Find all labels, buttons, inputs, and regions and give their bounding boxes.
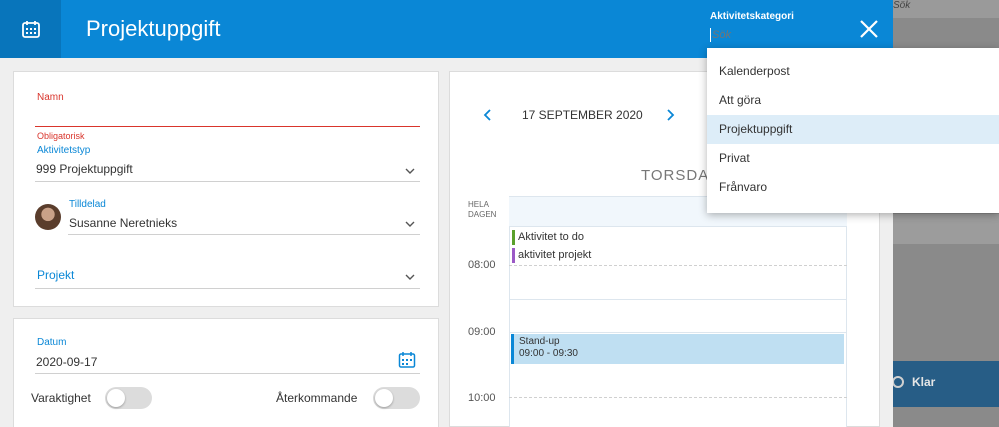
date-label: Datum bbox=[37, 337, 67, 348]
name-label: Namn bbox=[37, 92, 64, 103]
project-underline bbox=[35, 288, 420, 289]
chevron-down-icon[interactable] bbox=[405, 166, 415, 176]
chevron-down-icon[interactable] bbox=[405, 219, 415, 229]
event-title: aktivitet projekt bbox=[518, 249, 592, 261]
check-circle-icon bbox=[892, 376, 904, 388]
recurring-label: Återkommande bbox=[276, 391, 358, 405]
grid-line-dashed bbox=[509, 265, 847, 266]
all-day-label-line1: HELA bbox=[468, 200, 489, 209]
chevron-down-icon[interactable] bbox=[405, 272, 415, 282]
chevron-left-icon[interactable] bbox=[483, 109, 493, 121]
dropdown-option[interactable]: Privat bbox=[707, 144, 999, 173]
background-search-hint: Sök bbox=[893, 0, 911, 11]
all-day-label-line2: DAGEN bbox=[468, 210, 497, 219]
recurring-toggle[interactable] bbox=[373, 387, 420, 409]
duration-label: Varaktighet bbox=[31, 391, 91, 405]
calendar-event[interactable]: Stand-up 09:00 - 09:30 bbox=[511, 334, 844, 364]
grid-line-dashed bbox=[509, 397, 847, 398]
toggle-knob bbox=[375, 389, 393, 407]
dropdown-option[interactable]: Kalenderpost bbox=[707, 57, 999, 86]
event-color-bar bbox=[512, 230, 515, 245]
all-day-label: HELA DAGEN bbox=[468, 200, 496, 220]
name-field[interactable] bbox=[35, 126, 420, 127]
date-underline bbox=[35, 373, 420, 374]
time-label: 09:00 bbox=[468, 326, 496, 338]
type-underline bbox=[35, 181, 420, 182]
dialog-title: Projektuppgift bbox=[86, 16, 221, 41]
type-label: Aktivitetstyp bbox=[37, 145, 91, 156]
event-color-bar bbox=[512, 248, 515, 263]
event-time: 09:00 - 09:30 bbox=[519, 348, 578, 359]
category-dropdown: Kalenderpost Att göra Projektuppgift Pri… bbox=[707, 48, 999, 213]
grid-line bbox=[509, 299, 847, 300]
category-label: Aktivitetskategori bbox=[710, 11, 794, 22]
event-title: Stand-up bbox=[519, 336, 560, 347]
dropdown-option-selected[interactable]: Projektuppgift bbox=[707, 115, 999, 144]
event-title: Aktivitet to do bbox=[518, 231, 585, 243]
background-done-label: Klar bbox=[912, 375, 936, 389]
dropdown-option[interactable]: Att göra bbox=[707, 86, 999, 115]
assigned-underline bbox=[68, 234, 420, 235]
grid-line bbox=[509, 332, 847, 333]
all-day-event[interactable]: Aktivitet to do bbox=[512, 230, 584, 245]
background-done-button: Klar bbox=[892, 375, 935, 389]
required-hint: Obligatorisk bbox=[37, 131, 85, 141]
background-row bbox=[880, 214, 999, 244]
time-label: 08:00 bbox=[468, 259, 496, 271]
all-day-event[interactable]: aktivitet projekt bbox=[512, 248, 591, 263]
dropdown-option[interactable]: Frånvaro bbox=[707, 173, 999, 202]
grid-line bbox=[509, 226, 847, 227]
type-select[interactable]: 999 Projektuppgift bbox=[36, 162, 133, 176]
assigned-select[interactable]: Susanne Neretnieks bbox=[69, 216, 177, 230]
calendar-date-title: 17 SEPTEMBER 2020 bbox=[522, 108, 643, 122]
project-select[interactable]: Projekt bbox=[37, 268, 74, 282]
avatar bbox=[35, 204, 61, 230]
chevron-right-icon[interactable] bbox=[665, 109, 675, 121]
toggle-knob bbox=[107, 389, 125, 407]
date-input[interactable]: 2020-09-17 bbox=[36, 355, 97, 369]
close-icon[interactable] bbox=[856, 16, 882, 42]
calendar-icon bbox=[0, 0, 61, 58]
duration-toggle[interactable] bbox=[105, 387, 152, 409]
calendar-picker-icon[interactable] bbox=[398, 351, 416, 369]
details-card bbox=[13, 71, 439, 307]
category-search-input[interactable] bbox=[710, 28, 845, 42]
time-label: 10:00 bbox=[468, 392, 496, 404]
assigned-label: Tilldelad bbox=[69, 199, 106, 210]
